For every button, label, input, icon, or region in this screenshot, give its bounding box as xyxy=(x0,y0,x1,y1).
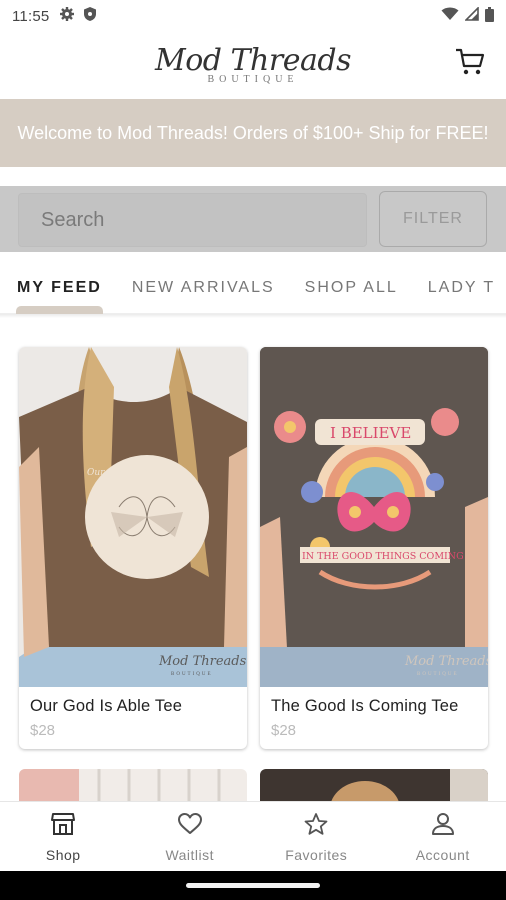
star-icon xyxy=(303,812,329,841)
search-input[interactable] xyxy=(18,193,367,247)
product-card[interactable]: Our God is able Mod Threads BOUTIQUE Our… xyxy=(19,347,247,749)
tee-print-top: I BELIEVE xyxy=(330,424,411,442)
bottom-navigation: Shop Waitlist Favorites Account xyxy=(0,801,506,871)
nav-account-label: Account xyxy=(415,847,470,863)
battery-icon xyxy=(485,6,494,26)
tabs-divider xyxy=(0,314,506,318)
system-nav-bar xyxy=(0,871,506,900)
promo-banner: Welcome to Mod Threads! Orders of $100+ … xyxy=(0,99,506,167)
app-header: Mod Threads BOUTIQUE xyxy=(0,32,506,98)
tee-print-text: Our God is able xyxy=(87,468,158,478)
nav-waitlist-label: Waitlist xyxy=(165,847,215,863)
status-time: 11:55 xyxy=(12,7,50,25)
active-tab-indicator xyxy=(16,306,103,314)
cart-icon xyxy=(455,48,485,81)
nav-shop[interactable]: Shop xyxy=(0,802,127,871)
svg-text:Mod Threads: Mod Threads xyxy=(404,654,488,669)
nav-shop-label: Shop xyxy=(45,847,81,863)
wifi-icon xyxy=(441,7,459,25)
heart-icon xyxy=(177,812,203,841)
tab-my-feed[interactable]: MY FEED xyxy=(0,266,117,310)
brand-logo[interactable]: Mod Threads BOUTIQUE xyxy=(155,42,351,85)
nav-favorites[interactable]: Favorites xyxy=(253,802,380,871)
nav-favorites-label: Favorites xyxy=(285,847,348,863)
product-price: $28 xyxy=(30,722,56,739)
home-gesture-handle[interactable] xyxy=(186,883,320,888)
person-icon xyxy=(430,812,456,841)
product-image[interactable]: I BELIEVE IN THE GOOD THINGS COMING Mod … xyxy=(260,347,488,687)
app-screen: 11:55 Mod Threads BOUTIQUE Welcome to Mo… xyxy=(0,0,506,900)
svg-text:BOUTIQUE: BOUTIQUE xyxy=(417,672,459,677)
tab-lady-t[interactable]: LADY T xyxy=(413,266,506,310)
status-bar: 11:55 xyxy=(0,0,506,32)
product-title[interactable]: Our God Is Able Tee xyxy=(19,687,247,716)
tab-new-arrivals[interactable]: NEW ARRIVALS xyxy=(117,266,290,310)
product-price: $28 xyxy=(271,722,297,739)
nav-account[interactable]: Account xyxy=(380,802,506,871)
signal-icon xyxy=(464,6,479,25)
product-title[interactable]: The Good Is Coming Tee xyxy=(260,687,488,716)
promo-banner-text: Welcome to Mod Threads! Orders of $100+ … xyxy=(17,122,489,143)
filter-button[interactable]: FILTER xyxy=(379,191,487,247)
product-card[interactable]: I BELIEVE IN THE GOOD THINGS COMING Mod … xyxy=(260,347,488,749)
nav-waitlist[interactable]: Waitlist xyxy=(127,802,254,871)
cart-button[interactable] xyxy=(454,48,486,80)
tee-print-bottom: IN THE GOOD THINGS COMING xyxy=(302,551,464,562)
search-bar: FILTER xyxy=(0,186,506,252)
gear-icon xyxy=(59,6,75,26)
tab-shop-all[interactable]: SHOP ALL xyxy=(290,266,413,310)
svg-text:Mod Threads: Mod Threads xyxy=(158,654,247,669)
shield-icon xyxy=(83,6,97,26)
shop-icon xyxy=(50,812,76,841)
svg-text:BOUTIQUE: BOUTIQUE xyxy=(171,672,213,677)
product-image[interactable]: Our God is able Mod Threads BOUTIQUE xyxy=(19,347,247,687)
logo-script: Mod Threads xyxy=(155,42,351,78)
